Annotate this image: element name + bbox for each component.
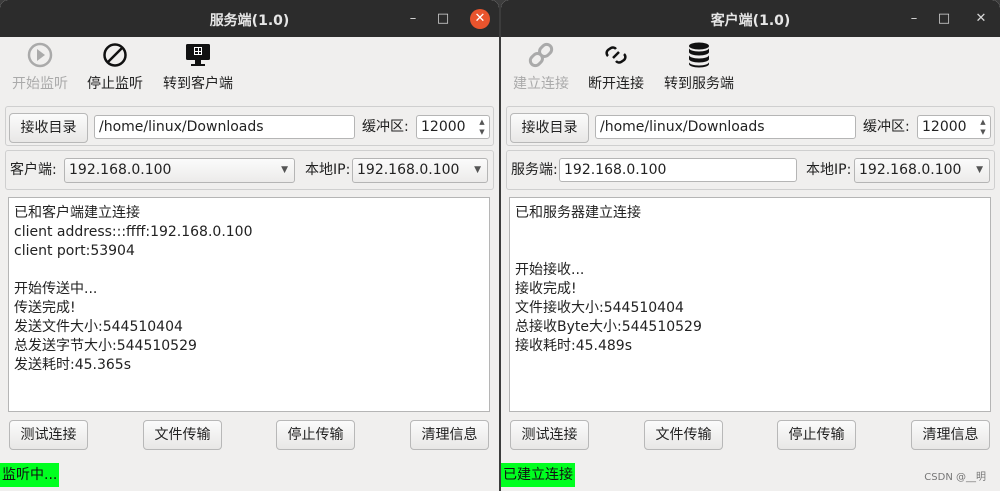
connect-label: 建立连接: [513, 76, 569, 92]
link-icon: [528, 42, 554, 68]
connect-button[interactable]: 建立连接: [509, 41, 573, 97]
log-line: 发送耗时:45.365s: [14, 357, 131, 373]
log-line: 开始接收...: [515, 262, 585, 278]
recv-dir-button[interactable]: 接收目录: [9, 113, 88, 143]
database-icon: [689, 42, 709, 68]
disconnect-label: 断开连接: [588, 76, 644, 92]
file-transfer-button[interactable]: 文件传输: [644, 420, 723, 450]
test-connection-button[interactable]: 测试连接: [9, 420, 88, 450]
local-ip-label: 本地IP:: [305, 162, 351, 178]
status-badge: 监听中...: [0, 463, 60, 487]
stop-icon: [103, 43, 127, 67]
client-window-title: 客户端(1.0): [710, 13, 791, 29]
server-window: 服务端(1.0) – □ ✕ 开始监听 停止监听 转到客户端 接收目录 /hom…: [0, 0, 499, 491]
log-line: 文件接收大小:544510404: [515, 300, 684, 316]
server-titlebar[interactable]: 服务端(1.0) – □ ✕: [0, 0, 499, 37]
log-line: 接收完成!: [515, 281, 577, 297]
local-ip-select[interactable]: 192.168.0.100 ▼: [352, 158, 488, 183]
status-badge: 已建立连接: [501, 463, 575, 487]
local-ip-value: 192.168.0.100: [859, 162, 962, 178]
client-window: 客户端(1.0) – □ ✕ 建立连接 断开连接 转到服务端 接收目录 /hom…: [501, 0, 1000, 491]
log-line: 已和客户端建立连接: [14, 205, 140, 221]
maximize-icon[interactable]: □: [934, 9, 954, 29]
test-connection-button[interactable]: 测试连接: [510, 420, 589, 450]
stop-transfer-button[interactable]: 停止传输: [777, 420, 856, 450]
stop-listen-button[interactable]: 停止监听: [83, 41, 147, 97]
log-line: client port:53904: [14, 243, 135, 259]
server-window-title: 服务端(1.0): [209, 13, 290, 29]
server-ip-input[interactable]: 192.168.0.100: [559, 158, 797, 182]
chevron-down-icon: ▼: [976, 165, 983, 175]
monitor-icon: [186, 44, 210, 66]
play-icon: [27, 42, 53, 68]
peer-label: 服务端:: [511, 162, 558, 178]
log-line: 发送文件大小:544510404: [14, 319, 183, 335]
client-ip-select[interactable]: 192.168.0.100 ▼: [64, 158, 295, 183]
switch-to-server-label: 转到服务端: [664, 76, 734, 92]
chevron-down-icon: ▼: [281, 165, 288, 175]
clear-info-button[interactable]: 清理信息: [410, 420, 489, 450]
recv-dir-button[interactable]: 接收目录: [510, 113, 589, 143]
client-titlebar[interactable]: 客户端(1.0) – □ ✕: [501, 0, 1000, 37]
minimize-icon[interactable]: –: [403, 9, 423, 29]
server-log-area[interactable]: 已和客户端建立连接client address:::ffff:192.168.0…: [8, 197, 490, 412]
stop-transfer-button[interactable]: 停止传输: [276, 420, 355, 450]
spin-arrows-icon[interactable]: ▲ ▼: [977, 117, 989, 137]
peer-label: 客户端:: [10, 162, 57, 178]
log-line: 接收耗时:45.489s: [515, 338, 632, 354]
start-listen-label: 开始监听: [12, 76, 68, 92]
local-ip-value: 192.168.0.100: [357, 162, 460, 178]
log-line: 传送完成!: [14, 300, 76, 316]
buffer-spinbox[interactable]: 12000 ▲ ▼: [416, 115, 490, 139]
close-icon[interactable]: ✕: [470, 9, 490, 29]
log-line: 总接收Byte大小:544510529: [515, 319, 702, 335]
switch-to-client-button[interactable]: 转到客户端: [158, 41, 238, 97]
client-log-area[interactable]: 已和服务器建立连接 开始接收... 接收完成! 文件接收大小:544510404 总接收…: [509, 197, 991, 412]
maximize-icon[interactable]: □: [433, 9, 453, 29]
buffer-spinbox[interactable]: 12000 ▲ ▼: [917, 115, 991, 139]
recv-dir-input[interactable]: /home/linux/Downloads: [94, 115, 355, 139]
log-line: 开始传送中...: [14, 281, 98, 297]
stop-listen-label: 停止监听: [87, 76, 143, 92]
buffer-label: 缓冲区:: [362, 119, 409, 135]
close-icon[interactable]: ✕: [971, 9, 991, 29]
log-line: 总发送字节大小:544510529: [14, 338, 197, 354]
local-ip-select[interactable]: 192.168.0.100 ▼: [854, 158, 990, 183]
client-ip-value: 192.168.0.100: [69, 162, 172, 178]
unlink-icon: [605, 46, 627, 64]
chevron-down-icon: ▼: [474, 165, 481, 175]
clear-info-button[interactable]: 清理信息: [911, 420, 990, 450]
recv-dir-input[interactable]: /home/linux/Downloads: [595, 115, 856, 139]
log-line: client address:::ffff:192.168.0.100: [14, 224, 253, 240]
switch-to-server-button[interactable]: 转到服务端: [659, 41, 739, 97]
buffer-value: 12000: [421, 119, 466, 135]
file-transfer-button[interactable]: 文件传输: [143, 420, 222, 450]
buffer-value: 12000: [922, 119, 967, 135]
disconnect-button[interactable]: 断开连接: [584, 41, 648, 97]
watermark: CSDN @__明: [924, 472, 986, 483]
switch-to-client-label: 转到客户端: [163, 76, 233, 92]
local-ip-label: 本地IP:: [806, 162, 852, 178]
log-line: 已和服务器建立连接: [515, 205, 641, 221]
buffer-label: 缓冲区:: [863, 119, 910, 135]
spin-arrows-icon[interactable]: ▲ ▼: [476, 117, 488, 137]
minimize-icon[interactable]: –: [904, 9, 924, 29]
start-listen-button[interactable]: 开始监听: [8, 41, 72, 97]
